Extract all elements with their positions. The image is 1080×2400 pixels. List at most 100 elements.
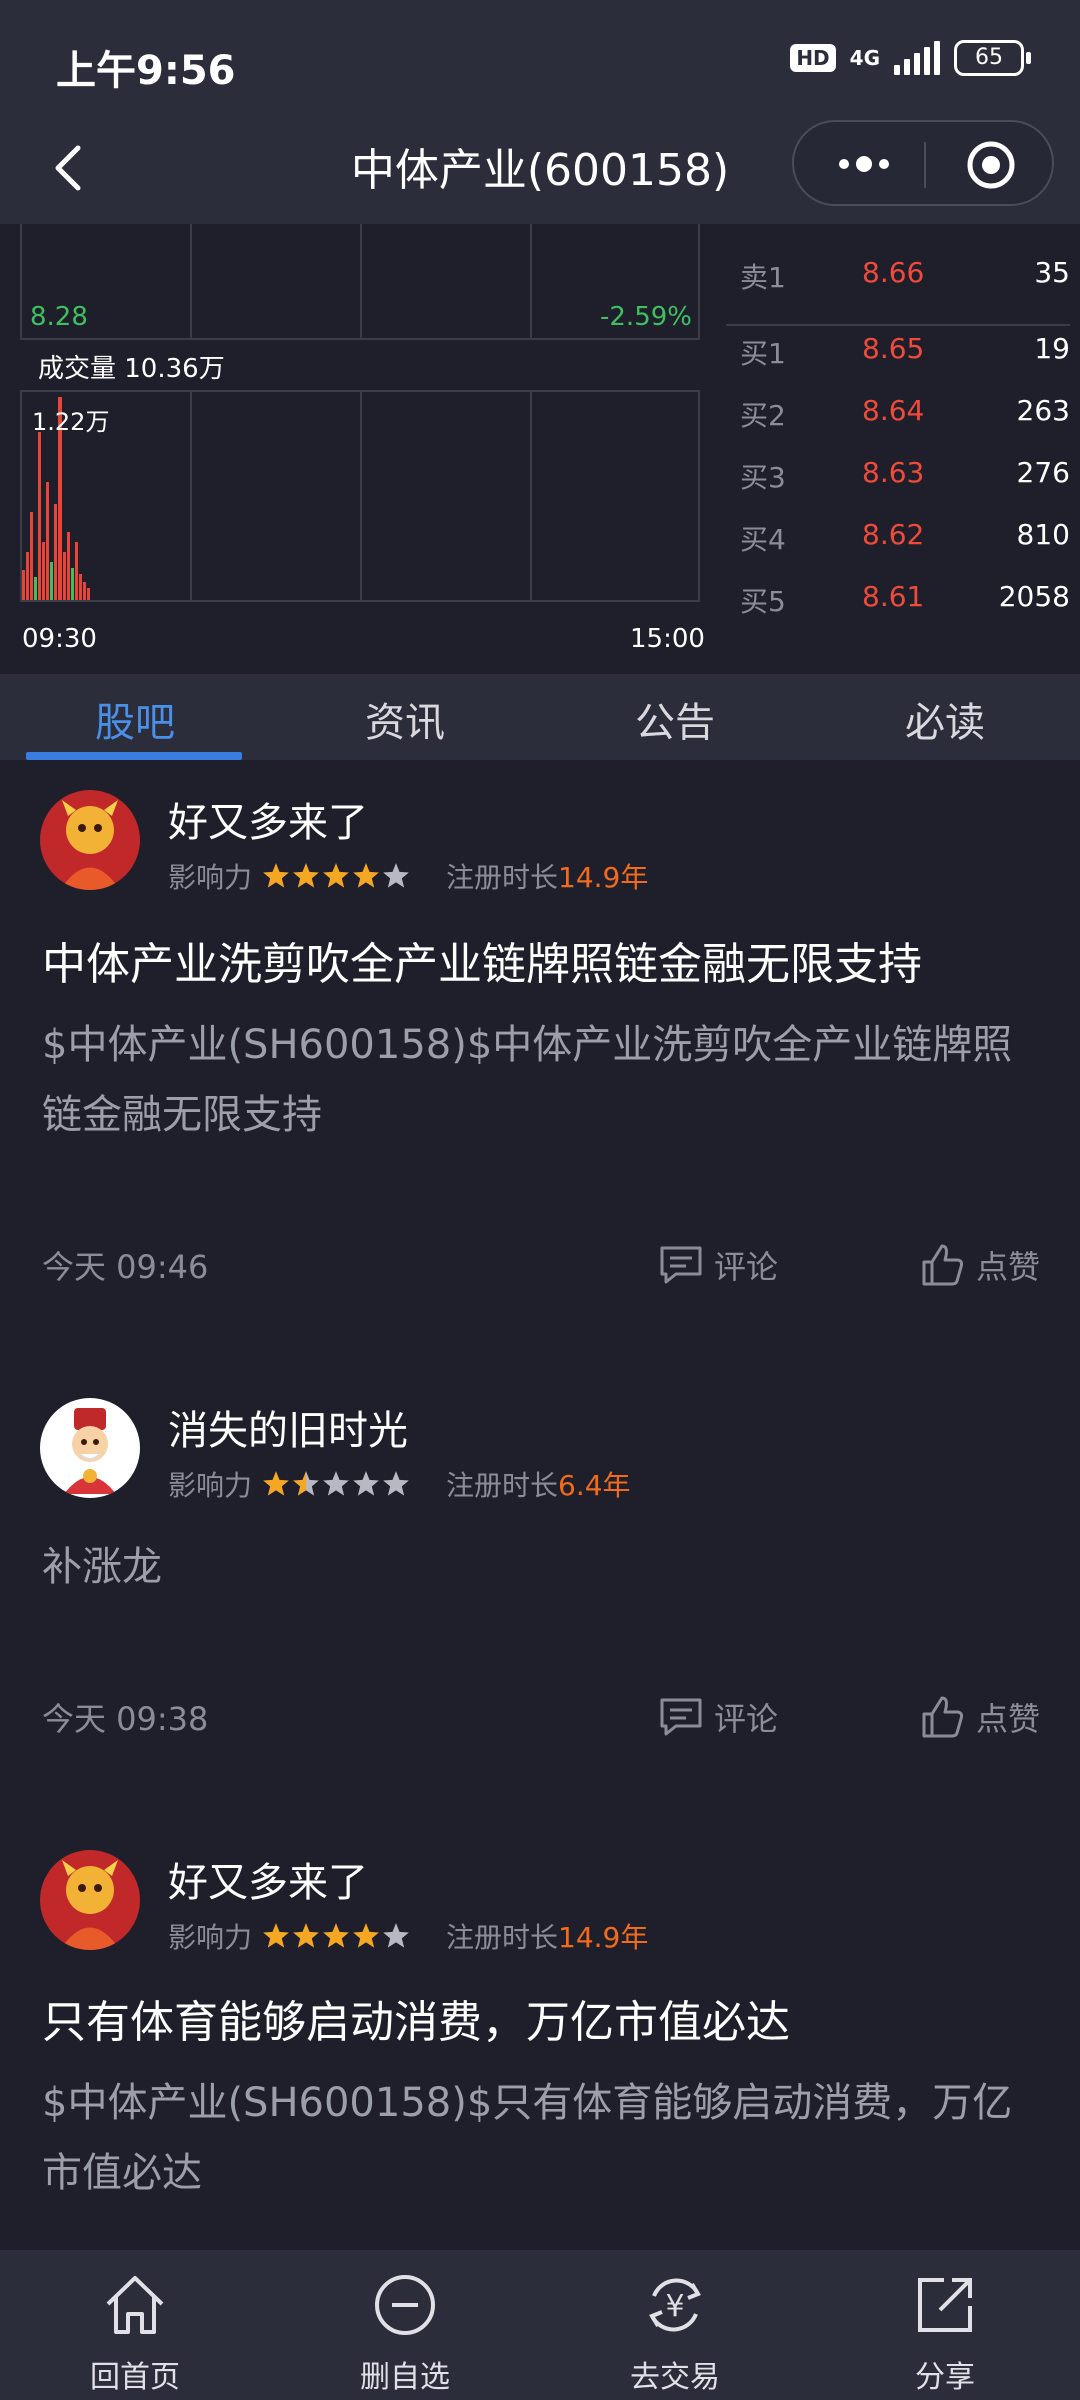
order-qty: 276 — [1016, 456, 1070, 489]
thumbs-up-icon — [922, 1244, 964, 1286]
post-date: 今天 09:46 — [42, 1248, 209, 1286]
price-chart[interactable] — [20, 224, 700, 340]
order-level: 买3 — [740, 461, 786, 494]
order-qty: 35 — [1034, 256, 1070, 289]
influence-label: 影响力 — [168, 1469, 253, 1502]
registration-label: 注册时长 — [446, 1921, 559, 1954]
content-tabs: 股吧 资讯 公告 必读 — [0, 674, 1080, 760]
star-icon — [293, 1471, 319, 1496]
registration-info: 注册时长6.4年 — [446, 1464, 631, 1504]
comment-button[interactable]: 评论 — [658, 1242, 778, 1288]
home-button[interactable]: 回首页 — [0, 2270, 270, 2396]
mini-program-capsule — [792, 120, 1054, 206]
status-time: 上午9:56 — [56, 48, 236, 94]
registration-years: 14.9年 — [558, 1921, 649, 1954]
like-button[interactable]: 点赞 — [920, 1242, 1040, 1288]
tab-news[interactable]: 资讯 — [270, 690, 540, 748]
avatar[interactable] — [40, 1398, 140, 1498]
avatar[interactable] — [40, 1850, 140, 1950]
share-button[interactable]: 分享 — [810, 2270, 1080, 2396]
pct-low-label: -2.59% — [600, 302, 692, 332]
like-label: 点赞 — [976, 1248, 1041, 1286]
stock-chart-area: 8.28 -2.59% 成交量 10.36万 1.22万 09:30 15:00… — [0, 224, 1080, 674]
username[interactable]: 好又多来了 — [168, 790, 368, 848]
post-title[interactable]: 中体产业洗剪吹全产业链牌照链金融无限支持 — [42, 928, 922, 992]
star-icon — [383, 863, 409, 888]
signal-icon — [894, 41, 940, 75]
order-qty: 810 — [1016, 518, 1070, 551]
registration-info: 注册时长14.9年 — [446, 1916, 648, 1956]
volume-max-label: 1.22万 — [32, 408, 110, 436]
battery-icon: 65 — [954, 40, 1031, 76]
star-icon — [323, 863, 349, 888]
star-icon — [293, 1923, 319, 1948]
trade-button[interactable]: ¥ 去交易 — [540, 2270, 810, 2396]
network-type: 4G — [849, 46, 880, 70]
post-body[interactable]: $中体产业(SH600158)$中体产业洗剪吹全产业链牌照链金融无限支持 — [42, 1010, 1042, 1150]
volume-chart[interactable] — [20, 390, 700, 602]
post-footer: 今天 09:38 评论 点赞 — [42, 1694, 1042, 1744]
influence-stars — [262, 1470, 410, 1498]
order-level: 买4 — [740, 523, 786, 556]
more-icon[interactable] — [834, 144, 894, 184]
buy-row-3: 买3 8.63 276 — [726, 456, 1070, 496]
tab-announcements[interactable]: 公告 — [540, 690, 810, 748]
post-title[interactable]: 只有体育能够启动消费，万亿市值必达 — [42, 1986, 790, 2050]
price-low-label: 8.28 — [30, 302, 88, 332]
registration-label: 注册时长 — [446, 861, 559, 894]
bottom-nav: 回首页 删自选 ¥ 去交易 分享 — [0, 2250, 1080, 2400]
hd-icon: HD — [790, 44, 836, 72]
star-icon — [323, 1471, 349, 1496]
order-level: 买5 — [740, 585, 786, 618]
buy-row-4: 买4 8.62 810 — [726, 518, 1070, 558]
comment-label: 评论 — [714, 1248, 779, 1286]
username[interactable]: 好又多来了 — [168, 1850, 368, 1908]
tab-guba[interactable]: 股吧 — [0, 690, 270, 748]
post-footer: 今天 09:46 评论 点赞 — [42, 1242, 1042, 1292]
influence-stars — [262, 862, 410, 890]
post-body[interactable]: 补涨龙 — [42, 1532, 1042, 1602]
minus-circle-icon — [375, 2275, 435, 2335]
comment-button[interactable]: 评论 — [658, 1694, 778, 1740]
like-label: 点赞 — [976, 1700, 1041, 1738]
order-book-divider — [726, 324, 1070, 326]
tab-must-read[interactable]: 必读 — [810, 690, 1080, 748]
influence-stars — [262, 1922, 410, 1950]
yuan-exchange-icon: ¥ — [649, 2278, 701, 2332]
order-qty: 263 — [1016, 394, 1070, 427]
order-qty: 19 — [1034, 332, 1070, 365]
close-mini-program-icon[interactable] — [966, 140, 1016, 190]
volume-label: 成交量 10.36万 — [38, 354, 225, 384]
star-icon — [263, 863, 289, 888]
home-icon — [106, 2276, 164, 2334]
svg-text:¥: ¥ — [665, 2289, 684, 2324]
star-icon — [383, 1923, 409, 1948]
registration-label: 注册时长 — [446, 1469, 559, 1502]
nav-bar: 中体产业(600158) — [0, 120, 1080, 224]
order-price: 8.61 — [862, 580, 925, 613]
order-price: 8.65 — [862, 332, 925, 365]
share-icon — [918, 2278, 972, 2332]
star-icon — [263, 1923, 289, 1948]
like-button[interactable]: 点赞 — [920, 1694, 1040, 1740]
username[interactable]: 消失的旧时光 — [168, 1398, 408, 1456]
time-end-label: 15:00 — [630, 624, 705, 654]
order-level: 买2 — [740, 399, 786, 432]
buy-row-5: 买5 8.61 2058 — [726, 580, 1070, 620]
post-feed: 好又多来了 影响力 注册时长14.9年 中体产业洗剪吹全产业链牌照链金融无限支持… — [0, 760, 1080, 2250]
post-body[interactable]: $中体产业(SH600158)$只有体育能够启动消费，万亿市值必达 — [42, 2068, 1042, 2208]
comment-label: 评论 — [714, 1700, 779, 1738]
remove-watchlist-button[interactable]: 删自选 — [270, 2270, 540, 2396]
buy-row-1: 买1 8.65 19 — [726, 332, 1070, 372]
registration-years: 14.9年 — [558, 861, 649, 894]
order-price: 8.62 — [862, 518, 925, 551]
star-icon — [353, 1923, 379, 1948]
status-bar: 上午9:56 HD 4G 65 — [0, 0, 1080, 120]
order-qty: 2058 — [998, 580, 1070, 613]
order-price: 8.64 — [862, 394, 925, 427]
star-icon — [353, 863, 379, 888]
buy-row-2: 买2 8.64 263 — [726, 394, 1070, 434]
comment-icon — [660, 1698, 702, 1736]
avatar[interactable] — [40, 790, 140, 890]
star-icon — [263, 1471, 289, 1496]
